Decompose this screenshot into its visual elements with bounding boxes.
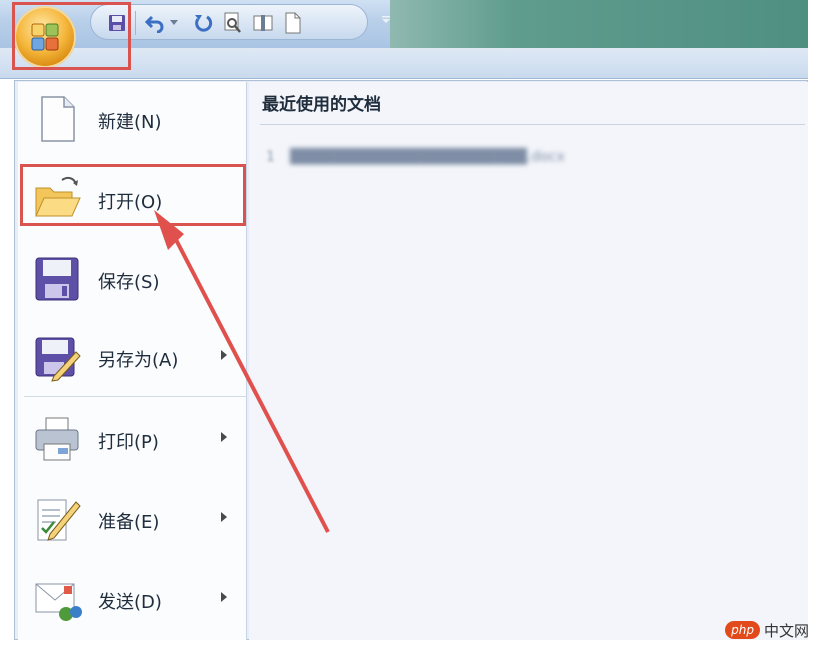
printer-icon xyxy=(35,417,79,461)
save-as-icon xyxy=(35,337,81,382)
new-document-icon xyxy=(41,96,75,142)
submenu-arrow-icon xyxy=(221,350,227,360)
submenu-arrow-icon xyxy=(221,432,227,442)
recent-divider xyxy=(260,124,805,125)
submenu-arrow-icon xyxy=(221,512,227,522)
menu-item-label: 准备(E) xyxy=(98,512,160,533)
recent-documents-title: 最近使用的文档 xyxy=(262,95,381,115)
redo-icon[interactable] xyxy=(191,11,215,35)
recent-item-name: ██████████████████████.docx xyxy=(290,149,565,165)
watermark-text: 中文网 xyxy=(763,621,809,640)
send-icon xyxy=(35,583,82,621)
open-item-highlight xyxy=(20,164,246,226)
undo-dropdown-icon[interactable] xyxy=(167,11,181,35)
menu-item-label: 保存(S) xyxy=(98,272,160,293)
menu-item-print[interactable]: 打印(P) xyxy=(24,404,244,474)
menu-item-send[interactable]: 发送(D) xyxy=(24,564,244,634)
save-disk-icon xyxy=(35,257,79,301)
quick-access-toolbar xyxy=(90,4,368,40)
menu-item-label: 发送(D) xyxy=(98,592,162,613)
customize-toolbar-icon[interactable] xyxy=(376,10,396,30)
recent-item-number: 1 xyxy=(266,149,275,165)
new-page-icon[interactable] xyxy=(281,11,305,35)
menu-item-label: 打印(P) xyxy=(98,432,159,453)
undo-icon[interactable] xyxy=(143,11,167,35)
office-button-highlight xyxy=(12,2,131,70)
prepare-document-icon xyxy=(37,499,81,541)
menu-item-label: 另存为(A) xyxy=(98,350,179,371)
recent-document-item[interactable]: 1 ██████████████████████.docx xyxy=(266,145,806,171)
menu-item-prepare[interactable]: 准备(E) xyxy=(24,484,244,554)
open-book-icon[interactable] xyxy=(251,11,275,35)
title-bar-background xyxy=(390,0,808,48)
watermark: php 中文网 xyxy=(725,617,809,643)
print-preview-icon[interactable] xyxy=(221,11,245,35)
menu-divider xyxy=(24,396,246,397)
menu-item-save[interactable]: 保存(S) xyxy=(24,244,244,314)
menu-item-label: 新建(N) xyxy=(98,112,162,133)
menu-item-new[interactable]: 新建(N) xyxy=(24,84,244,154)
menu-item-save-as[interactable]: 另存为(A) xyxy=(24,322,244,392)
watermark-badge: php xyxy=(725,621,760,639)
submenu-arrow-icon xyxy=(221,592,227,602)
